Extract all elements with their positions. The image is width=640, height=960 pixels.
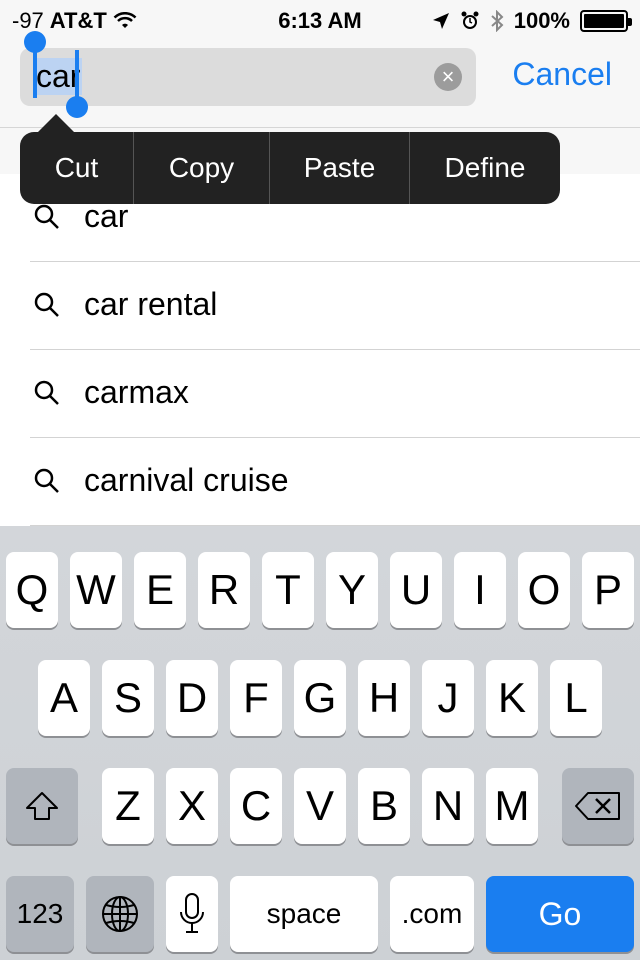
key-c[interactable]: C [230, 768, 282, 844]
suggestion-text: car rental [84, 286, 218, 322]
key-j[interactable]: J [422, 660, 474, 736]
key-o[interactable]: O [518, 552, 570, 628]
shift-key[interactable] [6, 768, 78, 844]
numbers-key[interactable]: 123 [6, 876, 74, 952]
search-input[interactable]: car × [20, 48, 476, 106]
cut-button[interactable]: Cut [20, 132, 134, 204]
define-button[interactable]: Define [410, 132, 560, 204]
bluetooth-icon [491, 10, 504, 32]
copy-button[interactable]: Copy [134, 132, 270, 204]
key-i[interactable]: I [454, 552, 506, 628]
edit-menu-arrow [38, 114, 74, 132]
battery-fill [584, 14, 624, 28]
key-u[interactable]: U [390, 552, 442, 628]
search-icon [34, 292, 59, 317]
suggestion-item[interactable]: car rental [0, 262, 640, 350]
edit-menu: Cut Copy Paste Define [20, 132, 560, 204]
key-w[interactable]: W [70, 552, 122, 628]
globe-key[interactable] [86, 876, 154, 952]
key-f[interactable]: F [230, 660, 282, 736]
key-x[interactable]: X [166, 768, 218, 844]
key-g[interactable]: G [294, 660, 346, 736]
search-icon [34, 468, 59, 493]
battery-percent: 100% [513, 8, 570, 33]
key-s[interactable]: S [102, 660, 154, 736]
key-e[interactable]: E [134, 552, 186, 628]
location-icon [432, 13, 449, 29]
suggestion-text: carnival cruise [84, 462, 289, 498]
search-header: car × Cancel [0, 40, 640, 128]
key-y[interactable]: Y [326, 552, 378, 628]
suggestion-item[interactable]: carnival cruise [0, 438, 640, 526]
globe-icon [102, 896, 138, 932]
key-h[interactable]: H [358, 660, 410, 736]
dictation-key[interactable] [166, 876, 218, 952]
suggestion-item[interactable]: carmax [0, 350, 640, 438]
microphone-icon [180, 893, 204, 933]
key-z[interactable]: Z [102, 768, 154, 844]
go-button[interactable]: Go [486, 876, 634, 952]
shift-icon [26, 792, 58, 820]
space-key[interactable]: space [230, 876, 378, 952]
key-l[interactable]: L [550, 660, 602, 736]
delete-key[interactable] [562, 768, 634, 844]
keyboard: Q W E R T Y U I O P A S D F G H J K L Z … [0, 526, 640, 960]
selection-end-handle[interactable] [66, 96, 88, 118]
key-q[interactable]: Q [6, 552, 58, 628]
key-d[interactable]: D [166, 660, 218, 736]
search-icon [34, 380, 59, 405]
key-a[interactable]: A [38, 660, 90, 736]
status-right: 100% [432, 8, 632, 34]
suggestion-text: carmax [84, 374, 189, 410]
key-k[interactable]: K [486, 660, 538, 736]
selection-end-caret [75, 50, 79, 98]
key-m[interactable]: M [486, 768, 538, 844]
selection-start-caret [33, 50, 37, 98]
suggestion-list: car car rental carmax carnival cruise [0, 174, 640, 526]
alarm-icon [461, 11, 479, 29]
backspace-icon [575, 792, 620, 820]
cancel-button[interactable]: Cancel [512, 56, 612, 93]
key-p[interactable]: P [582, 552, 634, 628]
key-r[interactable]: R [198, 552, 250, 628]
dotcom-key[interactable]: .com [390, 876, 474, 952]
search-icon [34, 204, 59, 229]
paste-button[interactable]: Paste [270, 132, 410, 204]
status-bar: -97 AT&T 6:13 AM 100% [0, 0, 640, 40]
key-t[interactable]: T [262, 552, 314, 628]
key-n[interactable]: N [422, 768, 474, 844]
clear-icon[interactable]: × [434, 63, 462, 91]
battery-icon [580, 10, 632, 32]
key-b[interactable]: B [358, 768, 410, 844]
key-v[interactable]: V [294, 768, 346, 844]
